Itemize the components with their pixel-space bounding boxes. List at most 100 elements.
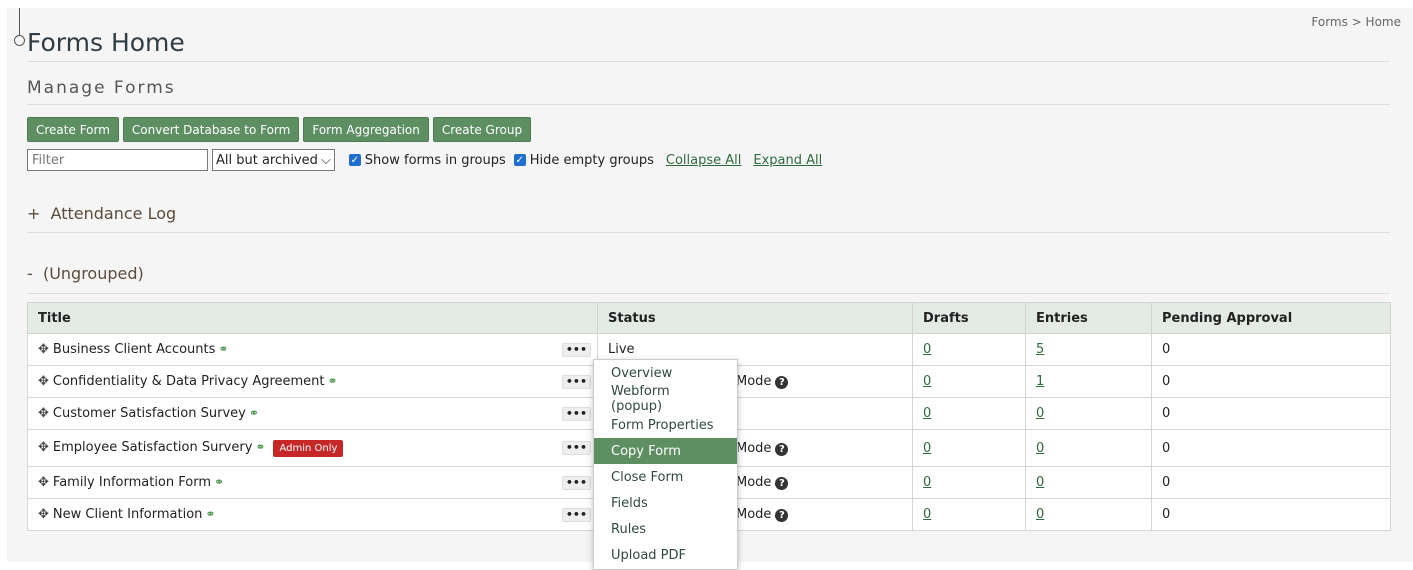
move-icon[interactable]: ✥ [38, 342, 49, 357]
form-title[interactable]: Business Client Accounts [53, 342, 216, 357]
help-icon[interactable]: ? [775, 477, 789, 490]
entries-link[interactable]: 0 [1036, 475, 1044, 490]
entries-link[interactable]: 0 [1036, 507, 1044, 522]
more-actions-button[interactable]: ••• [561, 507, 591, 522]
form-title[interactable]: Confidentiality & Data Privacy Agreement [53, 374, 325, 389]
page-container: Forms Home Forms > Home Manage Forms Cre… [7, 8, 1413, 570]
toolbar: Create Form Convert Database to Form For… [27, 117, 532, 142]
group-header-attendance-log[interactable]: + Attendance Log [27, 204, 176, 223]
pending-cell: 0 [1151, 365, 1391, 398]
help-icon[interactable]: ? [775, 376, 789, 389]
menu-item-form-properties[interactable]: Form Properties [594, 412, 737, 438]
entries-cell: 0 [1025, 429, 1152, 467]
form-title[interactable]: Family Information Form [53, 475, 211, 490]
menu-item-rules[interactable]: Rules [594, 516, 737, 542]
link-icon[interactable]: ⚭ [255, 440, 265, 454]
breadcrumb[interactable]: Forms > Home [1311, 15, 1401, 29]
drafts-cell: 0 [912, 365, 1026, 398]
menu-item-close-form[interactable]: Close Form [594, 464, 737, 490]
drafts-cell: 0 [912, 333, 1026, 366]
tree-line [19, 8, 20, 35]
pending-cell: 0 [1151, 498, 1391, 531]
title-cell: ✥ Confidentiality & Data Privacy Agreemen… [27, 365, 598, 398]
pending-cell: 0 [1151, 429, 1391, 467]
column-header-drafts[interactable]: Drafts [912, 302, 1026, 334]
group-name: (Ungrouped) [42, 264, 144, 283]
show-in-groups-label: Show forms in groups [364, 152, 506, 168]
status-text: Mode [736, 374, 772, 389]
entries-cell: 0 [1025, 466, 1152, 499]
move-icon[interactable]: ✥ [38, 507, 49, 522]
status-text: Mode [736, 475, 772, 490]
divider [27, 61, 1390, 62]
help-icon[interactable]: ? [775, 509, 789, 522]
menu-item-overview[interactable]: Overview [594, 360, 737, 386]
link-icon[interactable]: ⚭ [328, 374, 338, 388]
drafts-link[interactable]: 0 [923, 342, 931, 357]
expand-all-link[interactable]: Expand All [753, 153, 822, 168]
column-header-status[interactable]: Status [597, 302, 913, 334]
entries-link[interactable]: 0 [1036, 441, 1044, 456]
title-cell: ✥ Employee Satisfaction Survery ⚭ Admin Onl… [27, 429, 598, 467]
column-header-title[interactable]: Title [27, 302, 598, 334]
menu-item-copy-form[interactable]: Copy Form [594, 438, 737, 464]
more-actions-button[interactable]: ••• [561, 374, 591, 389]
link-icon[interactable]: ⚭ [205, 507, 215, 521]
move-icon[interactable]: ✥ [38, 440, 49, 455]
show-in-groups-checkbox[interactable]: ✓ [348, 154, 361, 166]
form-title[interactable]: Employee Satisfaction Survery [53, 440, 253, 455]
menu-item-fields[interactable]: Fields [594, 490, 737, 516]
drafts-cell: 0 [912, 466, 1026, 499]
drafts-link[interactable]: 0 [923, 507, 931, 522]
convert-database-button[interactable]: Convert Database to Form [122, 117, 300, 142]
status-text: Mode [736, 440, 772, 456]
help-icon[interactable]: ? [775, 442, 789, 456]
move-icon[interactable]: ✥ [38, 374, 49, 389]
link-icon[interactable]: ⚭ [249, 406, 259, 420]
title-cell: ✥ Business Client Accounts ⚭ ••• [27, 333, 598, 366]
hide-empty-groups-checkbox[interactable]: ✓ [513, 154, 526, 166]
entries-link[interactable]: 0 [1036, 406, 1044, 421]
title-cell: ✥ Customer Satisfaction Survey ⚭ ••• [27, 397, 598, 430]
drafts-link[interactable]: 0 [923, 374, 931, 389]
link-icon[interactable]: ⚭ [218, 342, 228, 356]
form-title[interactable]: Customer Satisfaction Survey [53, 406, 246, 421]
more-actions-button[interactable]: ••• [561, 406, 591, 421]
drafts-link[interactable]: 0 [923, 475, 931, 490]
drafts-link[interactable]: 0 [923, 441, 931, 456]
drafts-cell: 0 [912, 429, 1026, 467]
entries-cell: 0 [1025, 498, 1152, 531]
form-title[interactable]: New Client Information [53, 507, 203, 522]
form-aggregation-button[interactable]: Form Aggregation [303, 117, 429, 142]
group-header-ungrouped[interactable]: - (Ungrouped) [27, 264, 144, 283]
link-icon[interactable]: ⚭ [214, 475, 224, 489]
entries-cell: 0 [1025, 397, 1152, 430]
menu-item-upload-pdf[interactable]: Upload PDF [594, 542, 737, 568]
more-actions-button[interactable]: ••• [561, 342, 591, 357]
collapse-all-link[interactable]: Collapse All [666, 153, 742, 168]
entries-cell: 1 [1025, 365, 1152, 398]
create-group-button[interactable]: Create Group [432, 117, 532, 142]
status-text: Mode [736, 507, 772, 522]
section-title: Manage Forms [27, 78, 176, 98]
column-header-entries[interactable]: Entries [1025, 302, 1152, 334]
status-select[interactable]: All but archived ⌵ [212, 149, 335, 171]
group-name: Attendance Log [50, 204, 177, 223]
title-cell: ✥ New Client Information ⚭ ••• [27, 498, 598, 531]
entries-link[interactable]: 1 [1036, 374, 1044, 389]
drafts-cell: 0 [912, 397, 1026, 430]
context-menu: Overview Webform (popup) Form Properties… [593, 359, 738, 570]
column-header-pending[interactable]: Pending Approval [1151, 302, 1391, 334]
filter-input[interactable] [27, 149, 208, 171]
entries-link[interactable]: 5 [1036, 342, 1044, 357]
more-actions-button[interactable]: ••• [561, 475, 591, 490]
create-form-button[interactable]: Create Form [27, 117, 119, 142]
move-icon[interactable]: ✥ [38, 475, 49, 490]
drafts-link[interactable]: 0 [923, 406, 931, 421]
move-icon[interactable]: ✥ [38, 406, 49, 421]
more-actions-button[interactable]: ••• [561, 441, 591, 455]
drafts-cell: 0 [912, 498, 1026, 531]
title-cell: ✥ Family Information Form ⚭ ••• [27, 466, 598, 499]
divider [27, 104, 1390, 105]
menu-item-webform-popup[interactable]: Webform (popup) [594, 384, 737, 414]
